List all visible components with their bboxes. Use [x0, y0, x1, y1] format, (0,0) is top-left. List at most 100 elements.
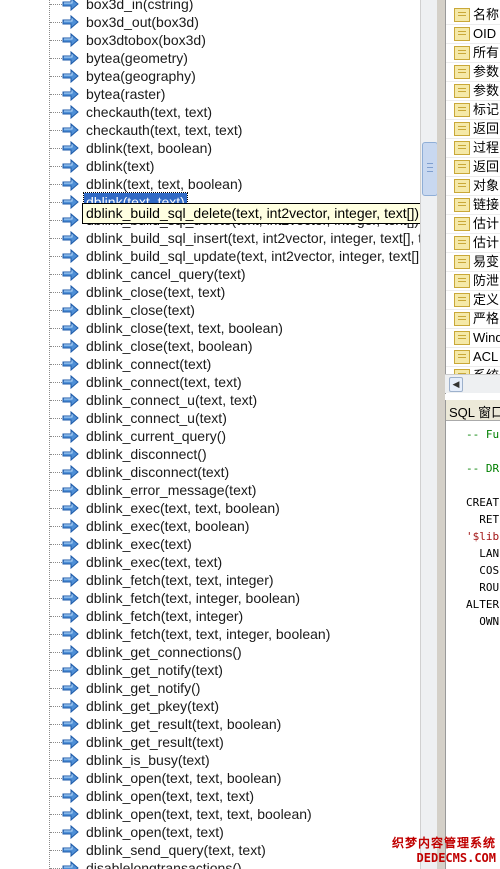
tree-item-label: checkauth(text, text, text) [86, 122, 243, 138]
property-row[interactable]: 返回 [446, 119, 500, 139]
property-row[interactable]: 严格 [446, 309, 500, 329]
property-row[interactable]: 估计 [446, 214, 500, 234]
tree-item[interactable]: dblink_close(text, boolean) [0, 337, 420, 355]
tree-item[interactable]: dblink_get_result(text) [0, 733, 420, 751]
tree-item[interactable]: box3dtobox(box3d) [0, 31, 420, 49]
property-row[interactable]: 返回 [446, 157, 500, 177]
property-row[interactable]: 过程 [446, 138, 500, 158]
tree-item[interactable]: dblink_fetch(text, integer, boolean) [0, 589, 420, 607]
property-row[interactable]: 定义 [446, 290, 500, 310]
tree-item[interactable]: dblink_exec(text, text, boolean) [0, 499, 420, 517]
tree-connector [50, 256, 62, 257]
tree-item[interactable]: dblink_open(text, text, text) [0, 787, 420, 805]
tree-item-label: dblink_get_connections() [86, 644, 242, 660]
tree-item[interactable]: dblink_fetch(text, text, integer, boolea… [0, 625, 420, 643]
tree-item[interactable]: dblink_close(text) [0, 301, 420, 319]
property-row[interactable]: OID [446, 24, 500, 44]
function-icon [62, 50, 80, 66]
tree-item[interactable]: dblink_connect_u(text) [0, 409, 420, 427]
property-row[interactable]: 参数 [446, 62, 500, 82]
tree-item[interactable]: dblink_get_connections() [0, 643, 420, 661]
scroll-left-icon[interactable]: ◀ [449, 377, 463, 392]
tree-item[interactable]: dblink(text, text, boolean) [0, 175, 420, 193]
function-icon [62, 14, 80, 30]
tree-connector [50, 4, 62, 5]
property-row[interactable]: 链接 [446, 195, 500, 215]
tree-item-label: dblink_send_query(text, text) [86, 842, 266, 858]
tree-item[interactable]: dblink_close(text, text) [0, 283, 420, 301]
tree-item[interactable]: bytea(geometry) [0, 49, 420, 67]
tree-item[interactable]: dblink_exec(text) [0, 535, 420, 553]
property-row[interactable]: 所有 [446, 43, 500, 63]
tree-item[interactable]: dblink_open(text, text) [0, 823, 420, 841]
function-icon [62, 554, 80, 570]
sql-line: LAN [466, 547, 500, 560]
tree-connector [50, 814, 62, 815]
tree-item[interactable]: dblink_open(text, text, boolean) [0, 769, 420, 787]
tree-item[interactable]: disablelongtransactions() [0, 859, 420, 869]
property-row[interactable]: ACL [446, 347, 500, 367]
tree-item-label: dblink_current_query() [86, 428, 227, 444]
property-name: Wind [473, 330, 500, 345]
tree-item[interactable]: dblink_connect_u(text, text) [0, 391, 420, 409]
property-row[interactable]: 参数 [446, 81, 500, 101]
tree-item[interactable]: box3d_in(cstring) [0, 0, 420, 13]
property-row[interactable]: Wind [446, 328, 500, 348]
tree-item[interactable]: dblink_disconnect(text) [0, 463, 420, 481]
tree-item[interactable]: dblink_get_result(text, boolean) [0, 715, 420, 733]
tree-item[interactable]: dblink_fetch(text, text, integer) [0, 571, 420, 589]
tree-item[interactable]: dblink_cancel_query(text) [0, 265, 420, 283]
tree-item[interactable]: dblink_get_notify() [0, 679, 420, 697]
tree-item[interactable]: dblink_build_sql_insert(text, int2vector… [0, 229, 420, 247]
tree-item[interactable]: dblink_close(text, text, boolean) [0, 319, 420, 337]
function-icon [62, 446, 80, 462]
property-row[interactable]: 估计 [446, 233, 500, 253]
tree-connector [50, 274, 62, 275]
property-row[interactable]: 对象 [446, 176, 500, 196]
tree-item[interactable]: dblink_get_pkey(text) [0, 697, 420, 715]
tree-item[interactable]: dblink_current_query() [0, 427, 420, 445]
scrollbar-thumb[interactable] [422, 142, 438, 196]
tree-vertical-scrollbar[interactable] [420, 0, 438, 869]
pane-splitter[interactable] [437, 0, 445, 869]
tree-item[interactable]: dblink_open(text, text, text, boolean) [0, 805, 420, 823]
sql-line: COS [466, 564, 500, 577]
function-icon [62, 194, 80, 210]
property-row[interactable]: 防泄 [446, 271, 500, 291]
tree-item[interactable]: dblink_fetch(text, integer) [0, 607, 420, 625]
tree-item[interactable]: dblink_is_busy(text) [0, 751, 420, 769]
tree-item[interactable]: dblink_disconnect() [0, 445, 420, 463]
property-row[interactable]: 易变 [446, 252, 500, 272]
tree-item-label: dblink_close(text, boolean) [86, 338, 253, 354]
tree-item[interactable]: dblink_build_sql_update(text, int2vector… [0, 247, 420, 265]
tree-item[interactable]: dblink_connect(text) [0, 355, 420, 373]
tree-item[interactable]: bytea(raster) [0, 85, 420, 103]
tree-connector [50, 526, 62, 527]
watermark-line-1: 织梦内容管理系统 [391, 836, 496, 850]
tree-item[interactable]: box3d_out(box3d) [0, 13, 420, 31]
tree-item[interactable]: dblink_get_notify(text) [0, 661, 420, 679]
tree-item-label: dblink_disconnect() [86, 446, 207, 462]
property-icon [454, 198, 470, 212]
function-icon [62, 662, 80, 678]
property-name: 易变 [473, 254, 500, 269]
function-icon [62, 644, 80, 660]
tree-item[interactable]: dblink(text) [0, 157, 420, 175]
tree-item[interactable]: checkauth(text, text) [0, 103, 420, 121]
tree-item[interactable]: dblink(text, boolean) [0, 139, 420, 157]
tree-item-label: dblink_get_result(text) [86, 734, 224, 750]
property-row[interactable]: 标记 [446, 100, 500, 120]
tree-item[interactable]: dblink_send_query(text, text) [0, 841, 420, 859]
tree-item[interactable]: dblink_exec(text, text) [0, 553, 420, 571]
tree-item[interactable]: dblink_error_message(text) [0, 481, 420, 499]
tree-connector [50, 688, 62, 689]
tree-item[interactable]: dblink_connect(text, text) [0, 373, 420, 391]
tree-item[interactable]: bytea(geography) [0, 67, 420, 85]
tree-item[interactable]: dblink_exec(text, boolean) [0, 517, 420, 535]
tree-connector [50, 76, 62, 77]
properties-horizontal-scrollbar[interactable]: ◀ [445, 374, 500, 393]
tree-connector [50, 580, 62, 581]
property-row[interactable]: 名称 [446, 5, 500, 25]
tree-item[interactable]: checkauth(text, text, text) [0, 121, 420, 139]
function-tree[interactable]: box3d_in(cstring) box3d_out(box3d) box3dto… [0, 0, 420, 869]
